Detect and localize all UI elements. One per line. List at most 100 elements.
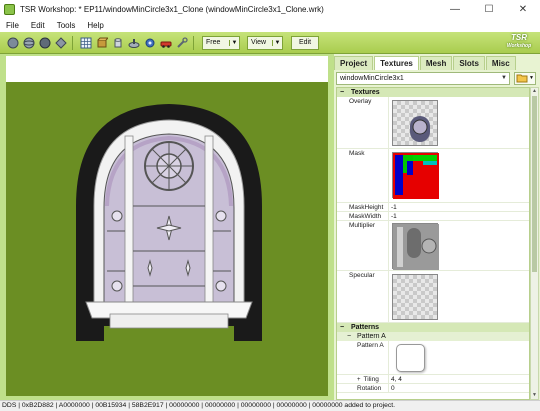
chevron-down-icon: ▼ — [229, 39, 239, 46]
object-selector-value: windowMinCircle3x1 — [340, 74, 404, 82]
mask-width-label: MaskWidth — [349, 213, 382, 220]
multiplier-texture-icon — [393, 224, 439, 270]
mask-label: Mask — [349, 150, 365, 157]
tiling-label-text: Tiling — [363, 376, 379, 383]
mask-width-value[interactable]: -1 — [391, 213, 397, 220]
overlay-row[interactable]: Overlay — [337, 97, 529, 149]
toolbar-divider — [193, 35, 194, 50]
cylinder-button[interactable] — [111, 36, 125, 50]
scroll-up-icon[interactable]: ▲ — [531, 88, 538, 95]
export-button[interactable]: ▼ — [514, 71, 536, 85]
row-divider — [388, 375, 389, 383]
view-diamond-button[interactable] — [54, 36, 68, 50]
menu-tools[interactable]: Tools — [51, 21, 82, 30]
box-icon — [97, 37, 108, 47]
scroll-down-icon[interactable]: ▼ — [531, 392, 538, 399]
multiplier-label: Multiplier — [349, 222, 376, 229]
view-wire-button[interactable] — [22, 36, 36, 50]
camera-mode-dropdown[interactable]: Free ▼ — [202, 35, 240, 50]
properties-panel: Project Textures Mesh Slots Misc windowM… — [334, 54, 540, 400]
toolbar-divider — [72, 35, 73, 50]
specular-thumbnail[interactable] — [392, 274, 438, 320]
view-textured-button[interactable] — [38, 36, 52, 50]
rotation-label: Rotation — [357, 385, 382, 392]
tab-textures[interactable]: Textures — [374, 56, 419, 70]
tiling-label: + Tiling — [357, 376, 379, 383]
minimize-icon: — — [450, 3, 460, 15]
sphere-icon — [23, 37, 35, 48]
tiling-value[interactable]: 4, 4 — [391, 376, 402, 383]
close-button[interactable]: ✕ — [506, 0, 540, 18]
multiplier-row[interactable]: Multiplier — [337, 221, 529, 271]
row-divider — [388, 384, 389, 392]
textures-category-label: Textures — [351, 89, 380, 96]
tiling-row[interactable]: + Tiling 4, 4 — [337, 375, 529, 384]
view-dropdown-label: View — [251, 39, 267, 46]
textures-category[interactable]: − Textures — [337, 88, 529, 97]
3d-viewport[interactable] — [6, 56, 328, 396]
mask-thumbnail[interactable] — [392, 152, 439, 199]
rotation-row[interactable]: Rotation 0 — [337, 384, 529, 393]
tab-mesh[interactable]: Mesh — [419, 56, 453, 70]
menu-help[interactable]: Help — [81, 21, 109, 30]
pattern-a-row[interactable]: Pattern A — [337, 341, 529, 375]
mask-width-row[interactable]: MaskWidth -1 — [337, 212, 529, 221]
chevron-down-icon: ▼ — [272, 39, 282, 46]
close-icon: ✕ — [518, 3, 528, 15]
object-selector-dropdown[interactable]: windowMinCircle3x1 ▼ — [336, 71, 510, 85]
pattern-a-subcategory-label: Pattern A — [357, 333, 386, 340]
folder-icon — [516, 74, 528, 83]
camera-mode-value: Free — [206, 39, 221, 46]
minimize-button[interactable]: — — [438, 0, 472, 18]
collapse-icon: − — [340, 324, 345, 331]
patterns-category[interactable]: − Patterns — [337, 323, 529, 332]
specular-row[interactable]: Specular — [337, 271, 529, 323]
edit-button[interactable]: Edit — [291, 35, 320, 50]
window-silhouette-icon — [410, 116, 430, 142]
tab-misc[interactable]: Misc — [485, 56, 516, 70]
scrollbar-thumb[interactable] — [532, 96, 537, 272]
pattern-a-subcategory[interactable]: − Pattern A — [337, 332, 529, 341]
object-button[interactable] — [95, 36, 109, 50]
menu-edit[interactable]: Edit — [25, 21, 51, 30]
wrench-icon — [177, 36, 188, 48]
grid-icon — [80, 37, 92, 48]
pattern-a-label: Pattern A — [357, 342, 384, 349]
overlay-thumbnail[interactable] — [392, 100, 438, 146]
tab-project[interactable]: Project — [334, 56, 374, 70]
chevron-down-icon: ▼ — [529, 75, 534, 81]
property-grid-scrollbar[interactable]: ▲ ▼ — [530, 87, 539, 400]
row-divider — [388, 212, 389, 220]
gear-icon — [145, 38, 155, 47]
mask-texture-icon — [393, 153, 439, 199]
tsr-workshop-logo: TSR Workshop — [504, 34, 534, 52]
view-dropdown[interactable]: View ▼ — [247, 35, 283, 50]
menu-file[interactable]: File — [0, 21, 25, 30]
row-divider — [388, 97, 389, 148]
settings-button[interactable] — [143, 36, 157, 50]
row-divider — [388, 271, 389, 322]
view-shaded-button[interactable] — [6, 36, 20, 50]
object-selector-row: windowMinCircle3x1 ▼ ▼ — [336, 71, 538, 85]
mask-height-value[interactable]: -1 — [391, 204, 397, 211]
status-bar: DDS | 0xB2D882 | A0000000 | 00B15934 | 5… — [0, 400, 540, 411]
mask-height-label: MaskHeight — [349, 204, 384, 211]
rotation-value[interactable]: 0 — [391, 385, 395, 392]
expand-icon[interactable]: + — [357, 377, 361, 383]
mask-row[interactable]: Mask — [337, 149, 529, 203]
mask-height-row[interactable]: MaskHeight -1 — [337, 203, 529, 212]
multiplier-thumbnail[interactable] — [392, 223, 439, 270]
tools-button[interactable] — [175, 36, 189, 50]
disk-icon — [128, 38, 140, 48]
maximize-button[interactable]: ☐ — [472, 0, 506, 18]
window-title: TSR Workshop: * EP11/windowMinCircle3x1_… — [20, 4, 324, 14]
toolbar: Free ▼ View ▼ Edit TSR Workshop — [0, 32, 540, 54]
floor-button[interactable] — [127, 36, 141, 50]
grid-button[interactable] — [79, 36, 93, 50]
animate-button[interactable] — [159, 36, 173, 50]
tab-slots[interactable]: Slots — [453, 56, 485, 70]
menu-bar: File Edit Tools Help — [0, 18, 540, 32]
collapse-icon: − — [340, 89, 345, 96]
pattern-a-swatch[interactable] — [396, 344, 425, 372]
sphere-icon — [7, 37, 19, 48]
